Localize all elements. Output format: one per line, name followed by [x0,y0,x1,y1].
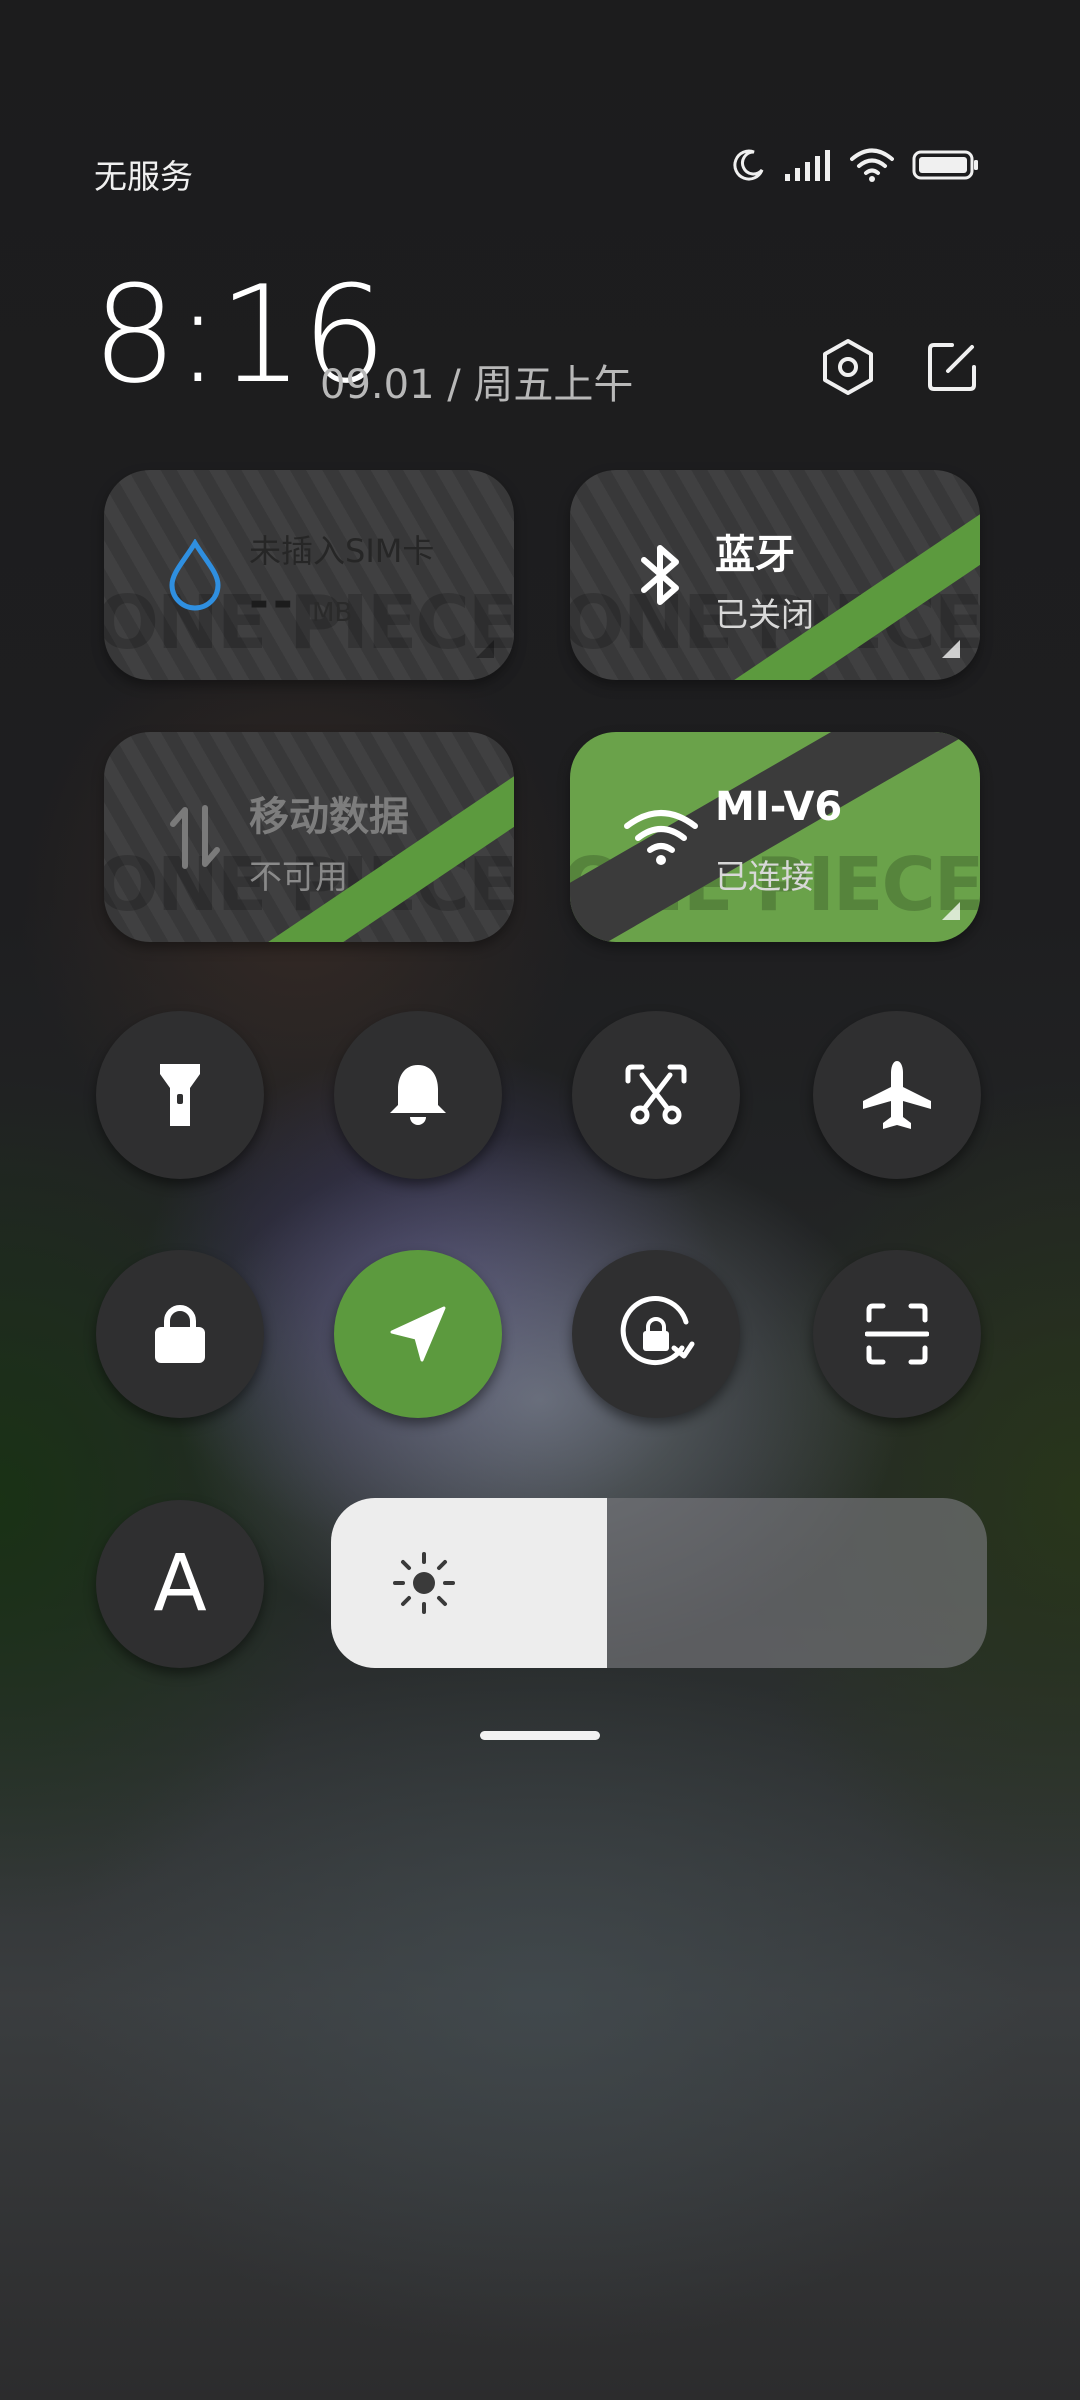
rotation-lock-toggle[interactable] [572,1250,740,1418]
screenshot-toggle[interactable] [572,1011,740,1179]
date-label[interactable]: 09.01 / 周五上午 [320,352,633,410]
edit-button[interactable] [920,335,984,399]
lock-icon [155,1305,205,1363]
tile-expand-corner [476,640,494,658]
brightness-fill [331,1498,607,1668]
scan-toggle[interactable] [813,1250,981,1418]
wifi-network-name: MI-V6 [715,784,843,830]
hexagon-settings-icon [823,339,873,395]
sim-status-label: 未插入SIM卡 [249,532,435,570]
flashlight-toggle[interactable] [96,1011,264,1179]
sun-icon [393,1552,455,1614]
wifi-status: 已连接 [715,857,814,896]
mobile-data-tile[interactable]: ONE PIECE ONE 移动数据 不可用 [104,732,514,942]
signal-icon [785,150,830,181]
bluetooth-icon [641,545,679,605]
data-usage-value: -- [249,574,297,630]
data-usage-tile[interactable]: ONE PIECE ONE 未插入SIM卡 -- MB [104,470,514,680]
bell-icon [390,1065,446,1125]
arrows-updown-icon [170,805,220,869]
bluetooth-tile[interactable]: ONE PIECE ONE 蓝牙 已关闭 [570,470,980,680]
home-indicator[interactable] [480,1731,600,1740]
edit-icon [928,343,976,391]
mobile-data-title: 移动数据 [249,794,409,840]
scan-icon [865,1303,929,1365]
mobile-data-status: 不可用 [249,857,348,896]
location-icon [390,1306,446,1362]
brightness-slider[interactable] [331,1498,987,1668]
airplane-toggle[interactable] [813,1011,981,1179]
location-toggle[interactable] [334,1250,502,1418]
tile-expand-corner [942,640,960,658]
lock-screen-toggle[interactable] [96,1250,264,1418]
drop-icon [169,539,221,611]
airplane-icon [863,1061,931,1129]
font-size-label: A [153,1539,207,1629]
moon-icon [733,149,764,181]
wifi-icon [624,810,698,865]
wifi-tile[interactable]: ONE PIECE ONE MI-V6 已连接 [570,732,980,942]
data-usage-unit: MB [312,598,353,628]
bluetooth-title: 蓝牙 [715,532,795,578]
status-icons [732,148,980,182]
bluetooth-status: 已关闭 [715,595,814,634]
battery-icon [912,150,978,180]
tile-expand-corner [942,902,960,920]
silent-toggle[interactable] [334,1011,502,1179]
settings-button[interactable] [816,335,880,399]
screenshot-icon [625,1064,687,1125]
flashlight-icon [160,1064,200,1126]
rotation-lock-icon [620,1296,695,1366]
carrier-status: 无服务 [94,157,193,196]
font-size-button[interactable]: A [96,1500,264,1668]
wifi-icon [850,148,894,182]
